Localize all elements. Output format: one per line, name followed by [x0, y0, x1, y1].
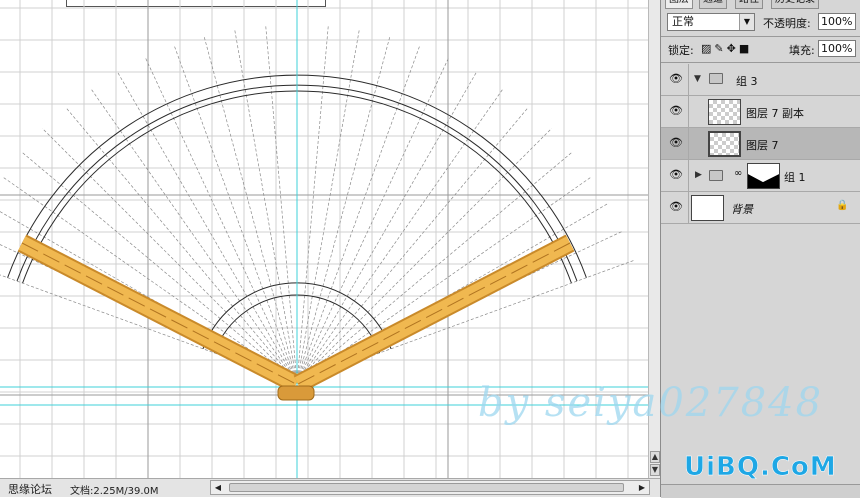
fan-rib-lines	[0, 23, 636, 384]
scroll-right-icon[interactable]: ▶	[635, 481, 649, 494]
layer-thumbnail	[691, 195, 724, 221]
tab-paths[interactable]: 路径	[735, 0, 763, 9]
tab-layers[interactable]: 图层	[665, 0, 693, 9]
opacity-field[interactable]: 100%	[818, 13, 856, 30]
eye-icon[interactable]: 👁	[669, 105, 683, 117]
lock-label: 锁定:	[668, 44, 694, 57]
scroll-thumb[interactable]	[229, 483, 624, 492]
lock-options[interactable]: ▨✎✥■	[701, 42, 752, 55]
fill-label: 填充:	[789, 44, 815, 57]
eye-icon[interactable]: 👁	[669, 201, 683, 213]
status-left-label: 思缘论坛	[8, 483, 52, 496]
layer-name: 组 1	[784, 171, 806, 184]
lock-icon: 🔒	[836, 200, 849, 211]
chevron-down-icon[interactable]: ▼	[739, 14, 754, 30]
layer-row-layer7[interactable]: 👁 图层 7	[661, 128, 860, 160]
lock-transparent-icon[interactable]: ▨	[701, 42, 714, 55]
link-icon: ∞	[734, 168, 743, 179]
eye-icon[interactable]: 👁	[669, 137, 683, 149]
layer-row-background[interactable]: 👁 背景 🔒	[661, 192, 860, 224]
eye-icon[interactable]: 👁	[669, 73, 683, 85]
horizontal-scrollbar[interactable]: ◀ ▶	[210, 480, 650, 495]
lock-move-icon[interactable]: ✥	[727, 42, 739, 55]
lock-paint-icon[interactable]: ✎	[714, 42, 726, 55]
opacity-label: 不透明度:	[763, 17, 811, 30]
layer-name: 背景	[731, 203, 753, 216]
layer-row-group1[interactable]: 👁 ▶ ∞ 组 1	[661, 160, 860, 192]
layer-row-layer7-copy[interactable]: 👁 图层 7 副本	[661, 96, 860, 128]
layer-name: 图层 7	[746, 139, 779, 152]
collapse-triangle-icon[interactable]: ▶	[695, 170, 702, 180]
panel-bottom-toolbar	[661, 484, 860, 498]
layer-name: 图层 7 副本	[746, 107, 804, 120]
blend-mode-select[interactable]: 正常 ▼	[667, 13, 755, 31]
scroll-down-icon[interactable]: ▼	[650, 464, 660, 476]
wooden-fan-sticks	[17, 234, 575, 401]
expand-triangle-icon[interactable]: ▼	[694, 74, 701, 84]
folder-icon	[709, 73, 723, 84]
folder-icon	[709, 170, 723, 181]
lock-all-icon[interactable]: ■	[739, 42, 752, 55]
scroll-up-icon[interactable]: ▲	[650, 451, 660, 463]
site-watermark: UiBQ.CoM	[684, 452, 837, 483]
blend-mode-value: 正常	[672, 15, 694, 28]
signature-watermark: by seiya027848	[478, 380, 824, 426]
layer-name: 组 3	[736, 75, 758, 88]
tab-channels[interactable]: 通道	[699, 0, 727, 9]
tab-history[interactable]: 历史记录	[771, 0, 819, 9]
layer-thumbnail	[708, 99, 741, 125]
mask-thumbnail	[747, 163, 780, 189]
status-bar: 思缘论坛 文档:2.25M/39.0M ◀ ▶	[0, 478, 660, 497]
layer-row-group3[interactable]: 👁 ▼ 组 3	[661, 64, 860, 96]
scroll-left-icon[interactable]: ◀	[211, 481, 225, 494]
fill-field[interactable]: 100%	[818, 40, 856, 57]
document-size: 文档:2.25M/39.0M	[70, 486, 159, 497]
layer-thumbnail	[708, 131, 741, 157]
eye-icon[interactable]: 👁	[669, 169, 683, 181]
